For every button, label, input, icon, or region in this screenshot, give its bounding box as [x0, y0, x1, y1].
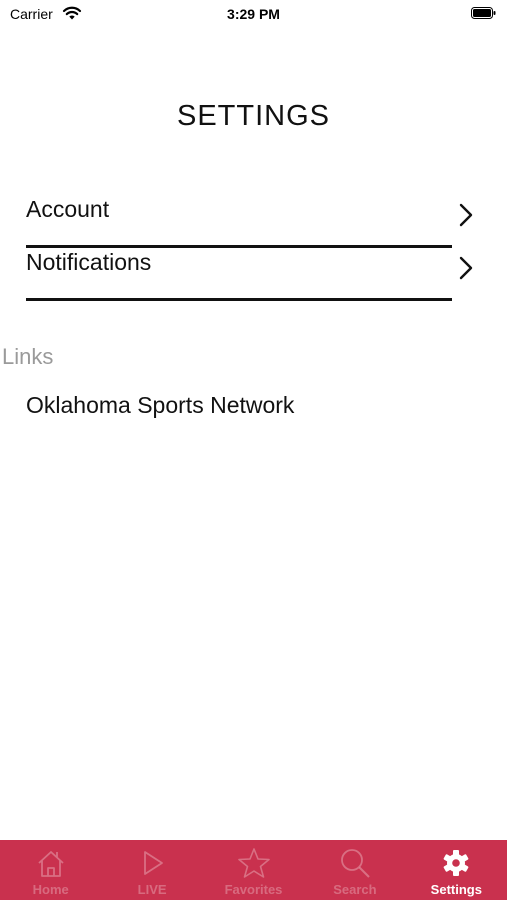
tab-label: Favorites — [224, 882, 283, 897]
tab-favorites[interactable]: Favorites — [203, 840, 304, 900]
tab-bar: Home LIVE Favorites Search Settings — [0, 840, 507, 900]
star-icon — [237, 848, 270, 878]
tab-home[interactable]: Home — [0, 840, 101, 900]
settings-row-account[interactable]: Account — [26, 196, 480, 248]
battery-icon — [471, 7, 496, 19]
tab-live[interactable]: LIVE — [101, 840, 202, 900]
tab-settings[interactable]: Settings — [406, 840, 507, 900]
links-section-header: Links — [2, 344, 54, 369]
link-oklahoma-sports-network[interactable]: Oklahoma Sports Network — [26, 392, 294, 419]
settings-row-label: Notifications — [26, 249, 152, 275]
tab-search[interactable]: Search — [304, 840, 405, 900]
status-bar: Carrier 3:29 PM — [0, 0, 507, 28]
row-divider — [26, 298, 452, 301]
chevron-right-icon — [459, 256, 473, 280]
search-icon — [341, 849, 370, 878]
tab-label: Settings — [430, 882, 482, 897]
chevron-right-icon — [459, 203, 473, 227]
settings-row-label: Account — [26, 196, 110, 222]
tab-label: LIVE — [137, 882, 167, 897]
page-title: SETTINGS — [176, 100, 330, 132]
tab-label: Search — [333, 882, 377, 897]
settings-row-notifications[interactable]: Notifications — [26, 249, 480, 301]
gear-icon — [443, 850, 469, 876]
home-icon — [38, 851, 64, 877]
row-divider — [26, 245, 452, 248]
tab-label: Home — [32, 882, 69, 897]
play-icon — [144, 851, 164, 875]
clock-time: 3:29 PM — [227, 6, 280, 22]
